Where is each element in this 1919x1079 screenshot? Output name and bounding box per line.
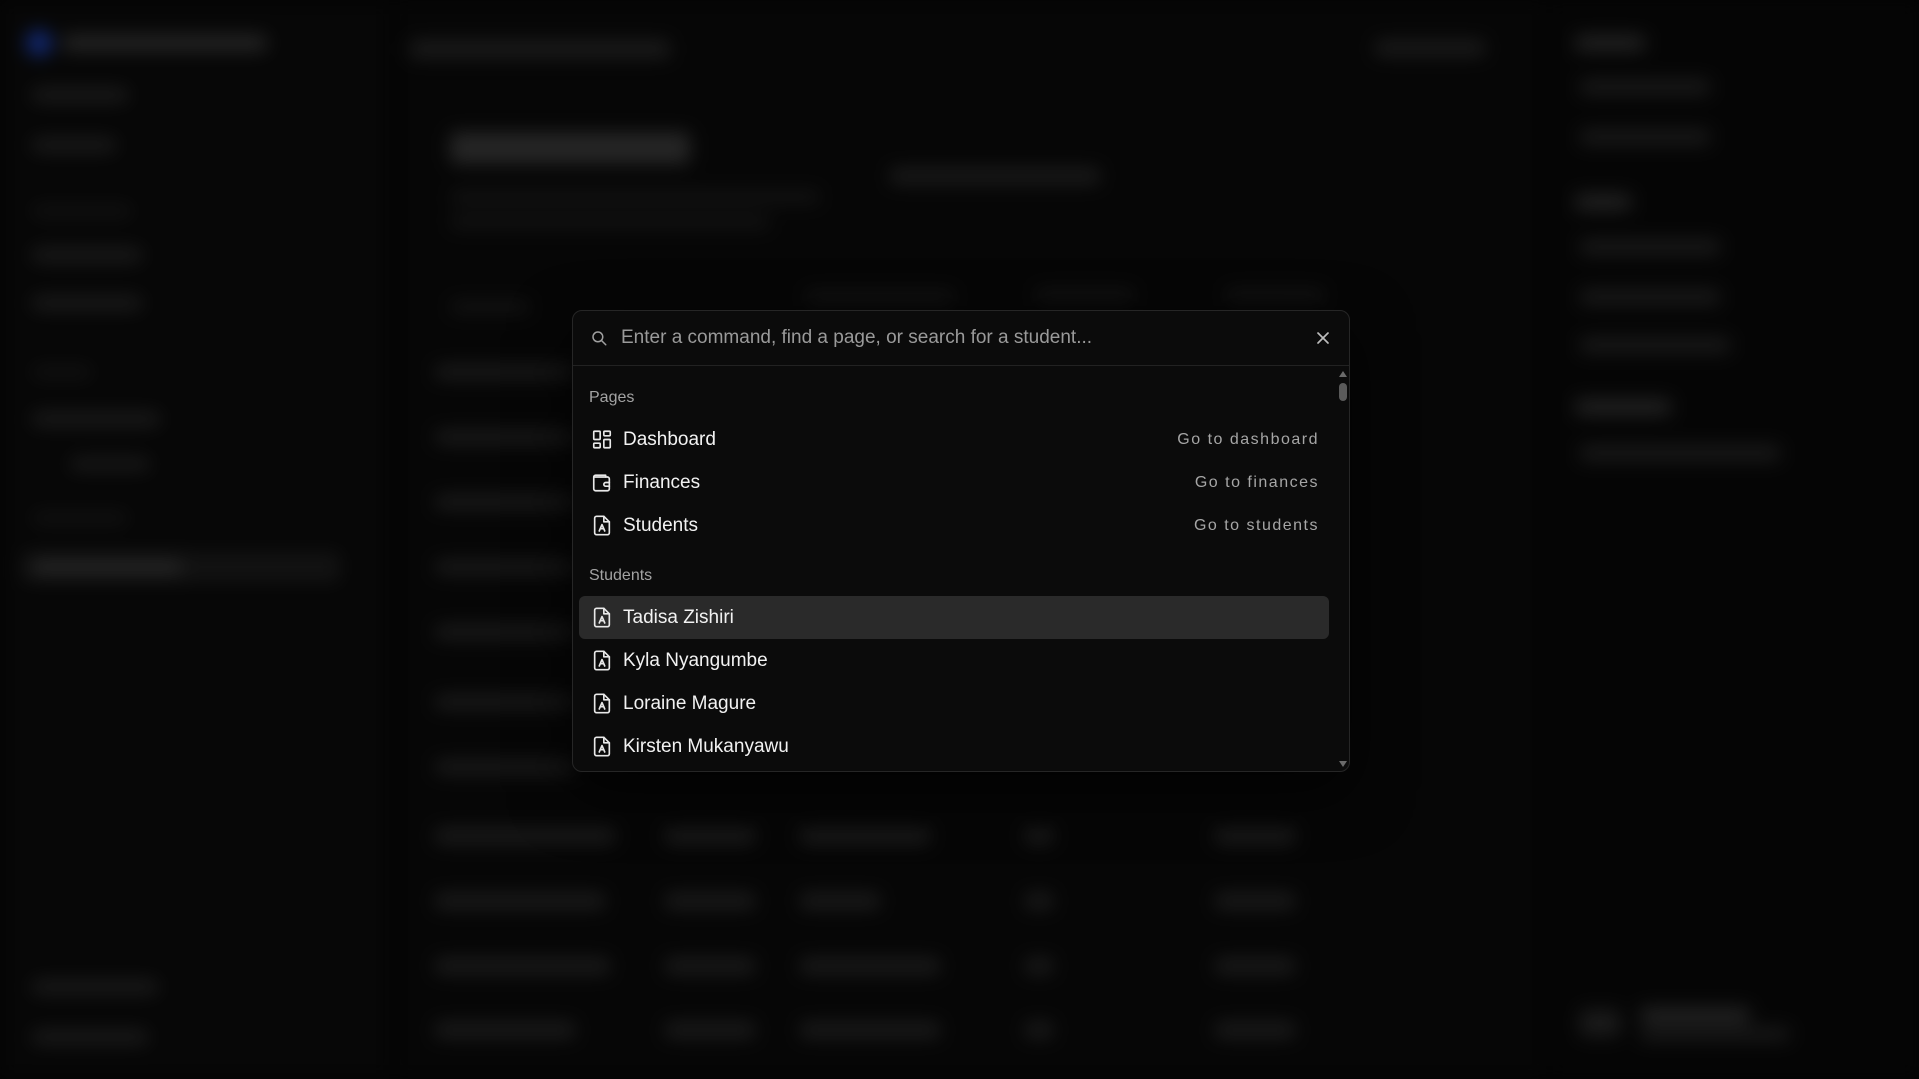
- wallet-icon: [592, 474, 611, 492]
- results-scrollbar[interactable]: [1335, 366, 1349, 771]
- student-result-item[interactable]: Kirsten Mukanyawu: [579, 725, 1329, 768]
- command-search-input[interactable]: [621, 321, 1281, 355]
- group-heading-pages: Pages: [589, 389, 635, 406]
- command-item-hint: Go to finances: [1194, 474, 1319, 491]
- student-result-item[interactable]: Tadisa Zishiri: [579, 596, 1329, 639]
- command-item-finances[interactable]: Finances Go to finances: [579, 461, 1329, 504]
- command-results-list: Pages Dashboard Go to dashboard Finances: [573, 366, 1349, 771]
- student-file-icon: [593, 607, 611, 628]
- command-item-label: Finances: [623, 472, 701, 493]
- scrollbar-thumb[interactable]: [1339, 383, 1347, 401]
- command-palette: Pages Dashboard Go to dashboard Finances: [572, 310, 1350, 772]
- student-file-icon: [593, 515, 611, 536]
- command-item-label: Dashboard: [623, 429, 716, 450]
- command-item-hint: Go to dashboard: [1177, 431, 1319, 448]
- command-item-dashboard[interactable]: Dashboard Go to dashboard: [579, 418, 1329, 461]
- command-item-label: Students: [623, 515, 698, 536]
- student-file-icon: [593, 650, 611, 671]
- command-item-hint: Go to students: [1193, 517, 1319, 534]
- close-icon[interactable]: [1313, 328, 1333, 348]
- student-file-icon: [593, 736, 611, 757]
- student-name: Kirsten Mukanyawu: [623, 736, 789, 757]
- student-result-item[interactable]: Kyla Nyangumbe: [579, 639, 1329, 682]
- command-search-row: [573, 311, 1349, 366]
- app-window: Pages Dashboard Go to dashboard Finances: [0, 0, 1919, 1079]
- command-item-students[interactable]: Students Go to students: [579, 504, 1329, 547]
- student-result-item[interactable]: Loraine Magure: [579, 682, 1329, 725]
- group-heading-students: Students: [589, 567, 653, 584]
- student-file-icon: [593, 693, 611, 714]
- scroll-up-arrow-icon[interactable]: [1339, 371, 1347, 377]
- dashboard-grid-icon: [592, 430, 612, 449]
- scroll-down-arrow-icon[interactable]: [1339, 761, 1347, 767]
- search-icon: [592, 331, 607, 346]
- student-name: Tadisa Zishiri: [623, 607, 734, 628]
- student-name: Kyla Nyangumbe: [623, 650, 768, 671]
- student-name: Loraine Magure: [623, 693, 757, 714]
